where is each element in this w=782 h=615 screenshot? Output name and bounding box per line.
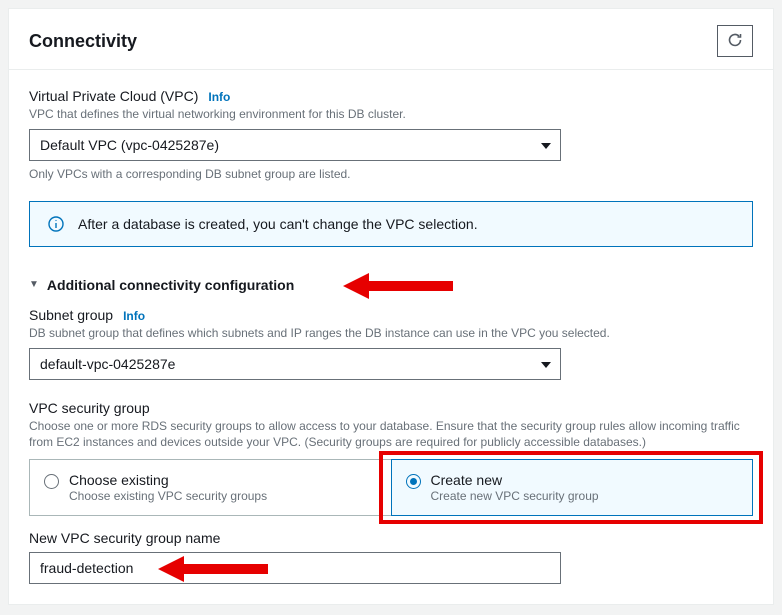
vpc-info-link[interactable]: Info [208, 90, 230, 104]
vpc-select[interactable]: Default VPC (vpc-0425287e) [29, 129, 561, 161]
panel-header: Connectivity [9, 9, 773, 69]
vpc-desc: VPC that defines the virtual networking … [29, 106, 753, 123]
vpc-field: Virtual Private Cloud (VPC) Info VPC tha… [29, 88, 753, 181]
notice-text: After a database is created, you can't c… [78, 216, 478, 232]
caret-down-icon: ▼ [29, 279, 39, 290]
secgroup-radio-group: Choose existing Choose existing VPC secu… [29, 459, 753, 516]
info-icon [48, 216, 64, 232]
additional-label: Additional connectivity configuration [47, 277, 294, 293]
subnet-select-value: default-vpc-0425287e [40, 356, 175, 372]
subnet-label: Subnet group [29, 307, 113, 323]
vpc-select-value: Default VPC (vpc-0425287e) [40, 137, 219, 153]
radio-existing-sub: Choose existing VPC security groups [69, 489, 267, 503]
annotation-arrow-icon [343, 273, 453, 299]
newsg-value: fraud-detection [40, 560, 133, 576]
radio-existing-title: Choose existing [69, 472, 267, 488]
radio-create-new[interactable]: Create new Create new VPC security group [391, 459, 754, 516]
additional-connectivity-toggle[interactable]: ▼ Additional connectivity configuration [29, 277, 753, 293]
secgroup-label: VPC security group [29, 400, 753, 416]
vpc-change-notice: After a database is created, you can't c… [29, 201, 753, 247]
new-secgroup-name-input[interactable]: fraud-detection [29, 552, 561, 584]
radio-choose-existing[interactable]: Choose existing Choose existing VPC secu… [29, 459, 392, 516]
subnet-desc: DB subnet group that defines which subne… [29, 325, 753, 342]
refresh-button[interactable] [717, 25, 753, 57]
panel-title: Connectivity [29, 31, 137, 52]
subnet-info-link[interactable]: Info [123, 309, 145, 323]
subnet-select[interactable]: default-vpc-0425287e [29, 348, 561, 380]
annotation-arrow-icon [158, 556, 268, 582]
radio-createnew-title: Create new [431, 472, 599, 488]
radio-icon [406, 474, 421, 489]
radio-icon [44, 474, 59, 489]
vpc-helper: Only VPCs with a corresponding DB subnet… [29, 167, 753, 181]
radio-createnew-sub: Create new VPC security group [431, 489, 599, 503]
panel-body: Virtual Private Cloud (VPC) Info VPC tha… [9, 69, 773, 604]
refresh-icon [727, 32, 743, 51]
new-secgroup-name-field: New VPC security group name fraud-detect… [29, 530, 753, 584]
security-group-field: VPC security group Choose one or more RD… [29, 400, 753, 517]
connectivity-panel: Connectivity Virtual Private Cloud (VPC)… [8, 8, 774, 605]
vpc-label: Virtual Private Cloud (VPC) [29, 88, 198, 104]
newsg-label: New VPC security group name [29, 530, 753, 546]
subnet-field: Subnet group Info DB subnet group that d… [29, 307, 753, 380]
secgroup-desc: Choose one or more RDS security groups t… [29, 418, 753, 452]
